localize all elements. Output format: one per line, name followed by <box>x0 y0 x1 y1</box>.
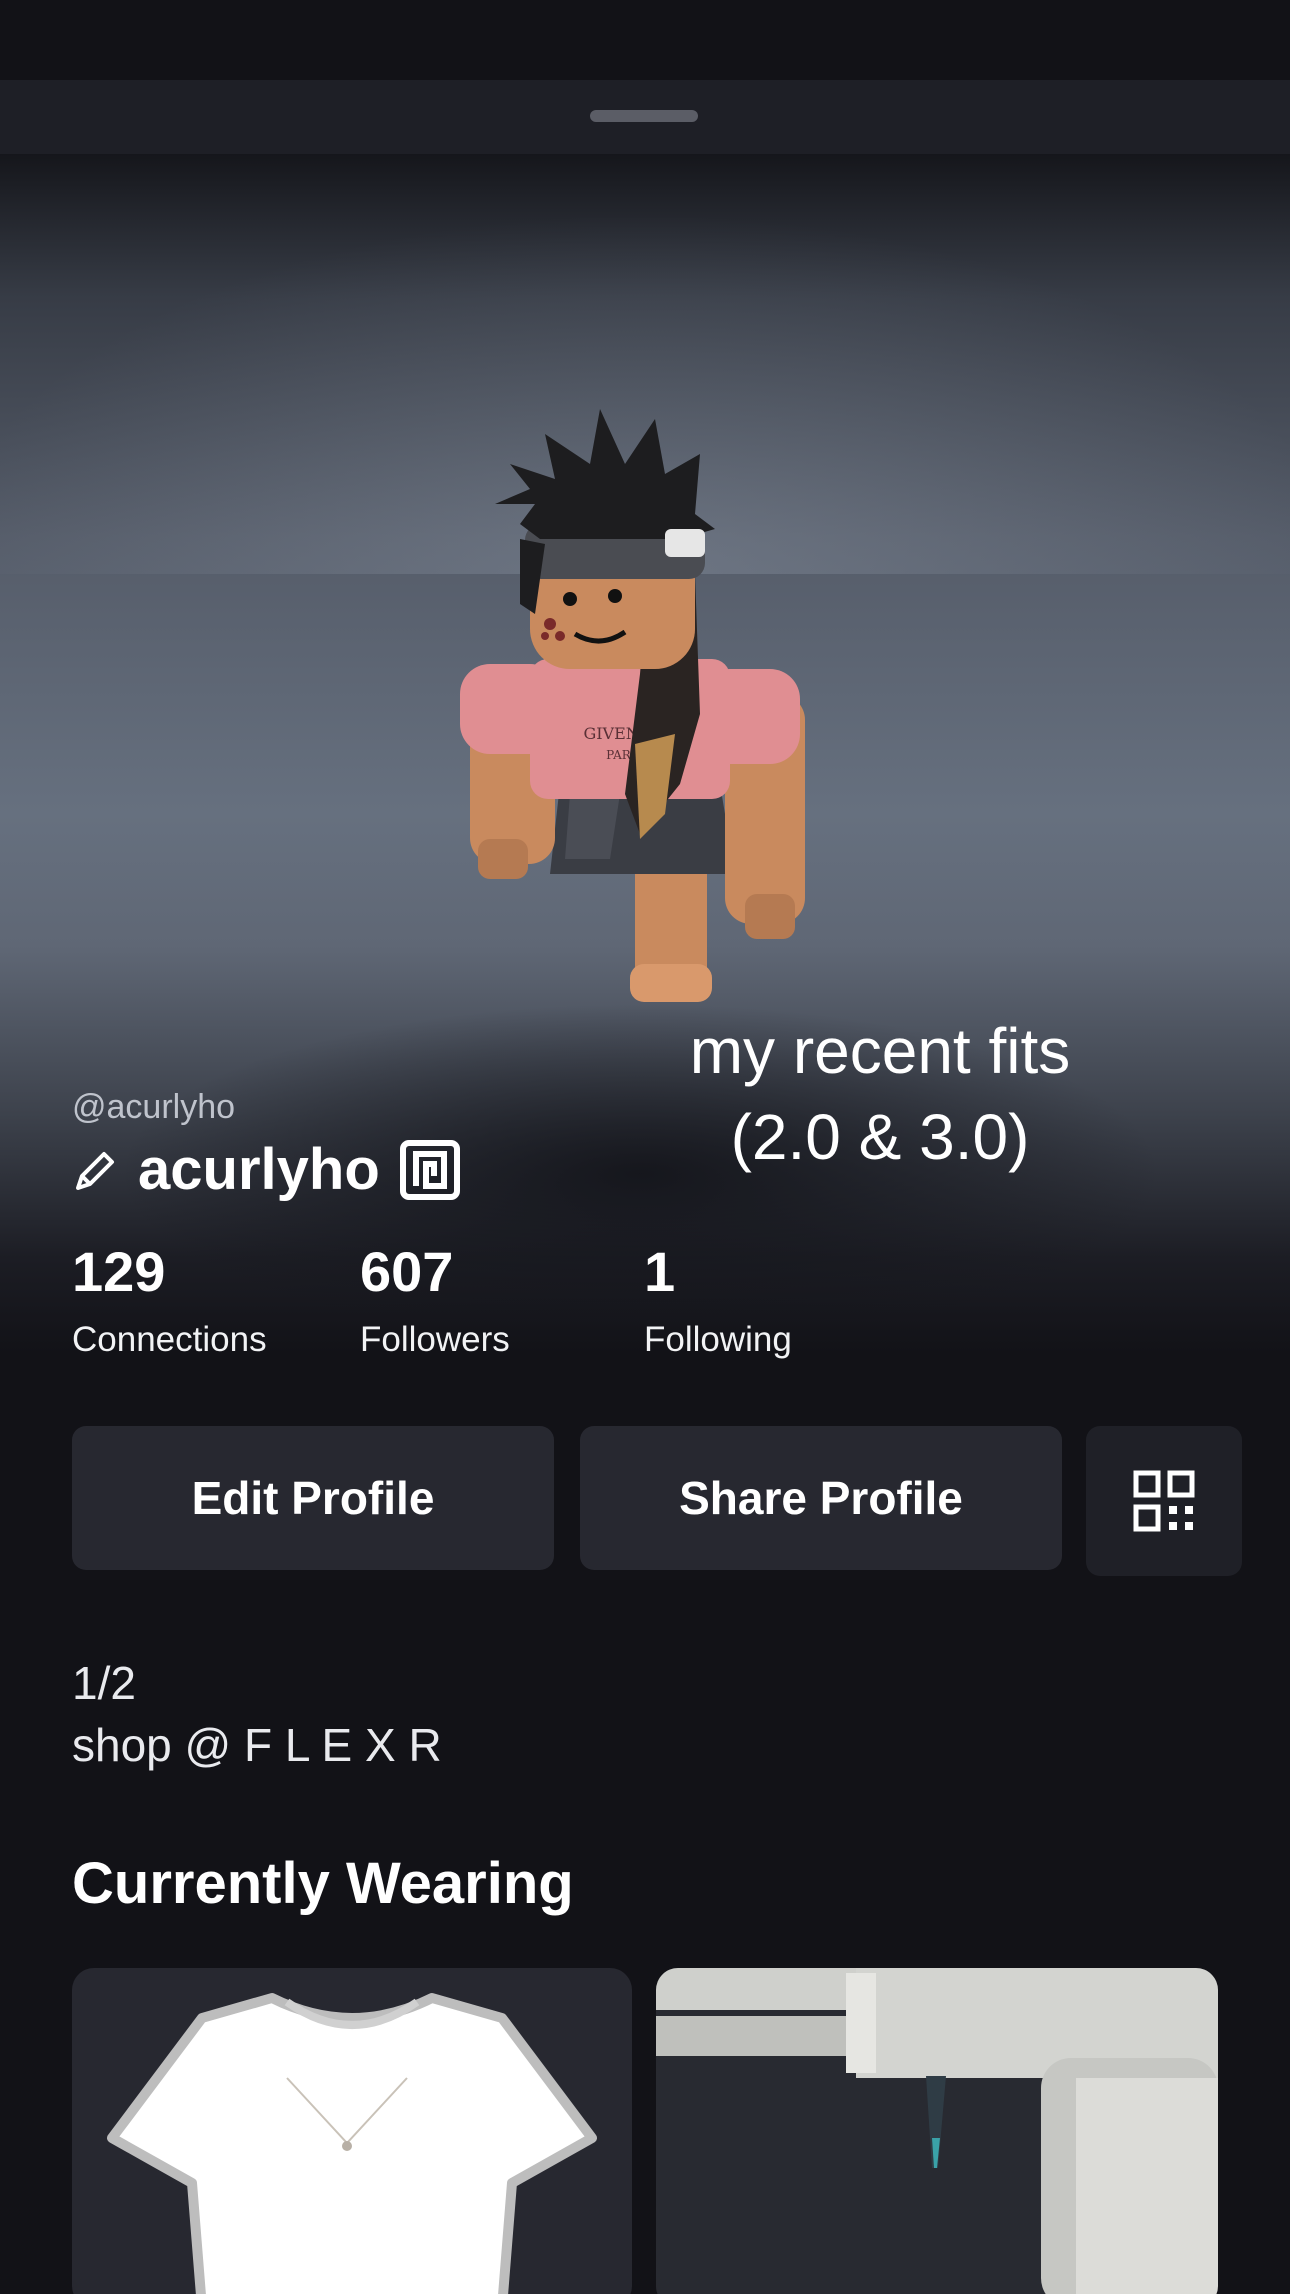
username: @acurlyho <box>72 1088 236 1126</box>
stat-value: 607 <box>360 1240 454 1303</box>
stat-followers[interactable]: 607 Followers <box>360 1240 510 1364</box>
status-bar <box>0 0 1290 80</box>
avatar-hero: GIVENCHY PARIS acurlyho @acurlyho my rec… <box>0 154 1290 1354</box>
stat-following[interactable]: 1 Following <box>644 1240 792 1364</box>
overlay-caption-line2: (2.0 & 3.0) <box>730 1101 1030 1173</box>
display-name: acurlyho <box>138 1137 380 1202</box>
currently-wearing-heading: Currently Wearing <box>72 1851 574 1916</box>
bio-line-2: shop @ F L E X R <box>72 1719 442 1771</box>
stat-label: Followers <box>360 1320 510 1359</box>
profile-bio: 1/2 shop @ F L E X R <box>72 1652 442 1776</box>
stat-label: Connections <box>72 1320 267 1359</box>
premium-icon <box>399 1140 460 1200</box>
accessory-item-thumbnail <box>656 1968 1218 2294</box>
edit-profile-button[interactable]: Edit Profile <box>72 1426 554 1570</box>
overlay-caption: my recent fits (2.0 & 3.0) <box>600 1008 1160 1180</box>
sheet-grabber-handle[interactable] <box>590 110 698 122</box>
wearing-item-card-accessory[interactable] <box>656 1968 1218 2294</box>
tshirt-item-thumbnail <box>107 1993 597 2294</box>
stat-connections[interactable]: 129 Connections <box>72 1240 267 1364</box>
stat-value: 129 <box>72 1240 166 1303</box>
qr-code-button[interactable] <box>1086 1426 1242 1576</box>
qr-code-icon <box>1133 1470 1195 1532</box>
display-name-row: acurlyho <box>70 1140 460 1200</box>
stat-label: Following <box>644 1320 792 1359</box>
share-profile-button[interactable]: Share Profile <box>580 1426 1062 1570</box>
overlay-caption-line1: my recent fits <box>689 1015 1071 1087</box>
stat-value: 1 <box>644 1240 676 1303</box>
pencil-icon[interactable] <box>70 1144 122 1196</box>
avatar-image: GIVENCHY PARIS <box>460 409 805 1002</box>
wearing-item-card-shirt[interactable] <box>72 1968 632 2294</box>
bio-line-1: 1/2 <box>72 1657 136 1709</box>
